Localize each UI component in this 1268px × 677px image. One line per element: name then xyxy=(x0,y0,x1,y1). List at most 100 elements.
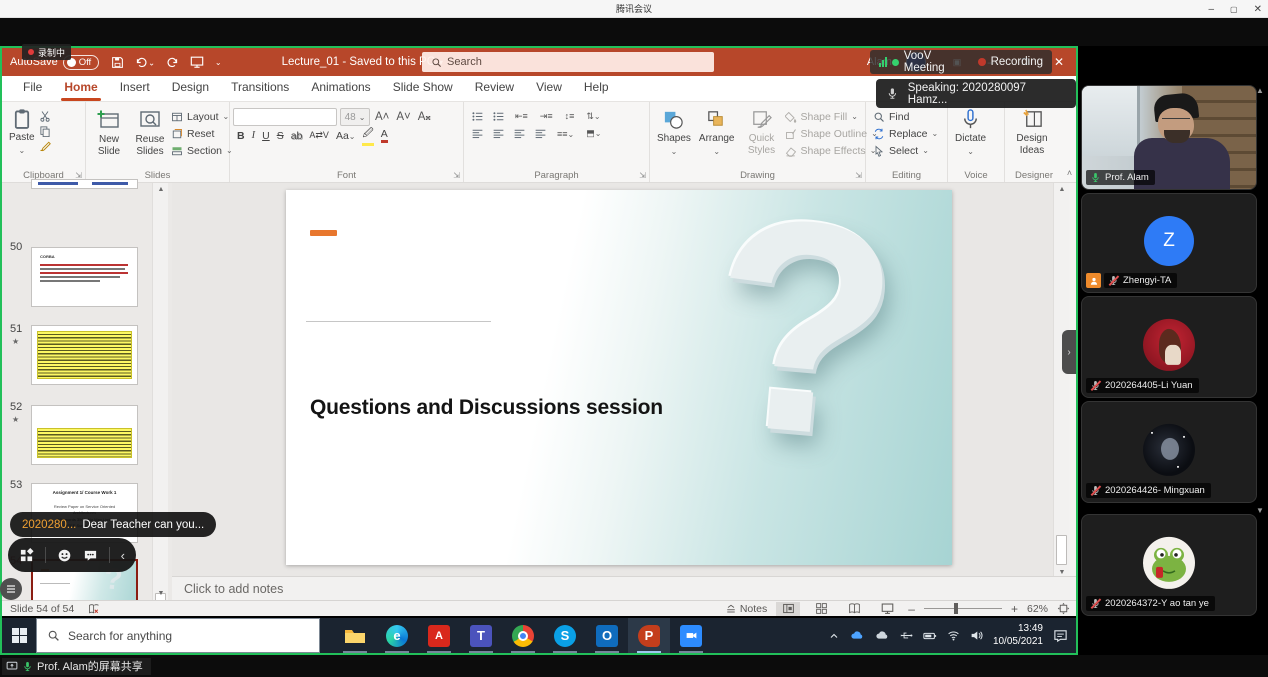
voov-minimize-button[interactable]: – xyxy=(1208,4,1214,15)
drawing-dialog-launcher[interactable]: ⇲ xyxy=(855,171,862,180)
zoom-level[interactable]: 62% xyxy=(1027,603,1048,615)
reset-button[interactable]: Reset xyxy=(171,126,233,141)
align-center-icon[interactable] xyxy=(492,127,505,140)
chrome-icon[interactable] xyxy=(502,618,544,653)
tab-help[interactable]: Help xyxy=(573,75,620,101)
thumb-scroll-up-icon[interactable]: ▲ xyxy=(153,186,169,193)
current-slide[interactable]: Questions and Discussions session ? xyxy=(286,190,952,565)
participant-tile-prof-alam[interactable]: Prof. Alam xyxy=(1081,85,1257,190)
save-icon[interactable] xyxy=(111,56,124,69)
redo-icon[interactable] xyxy=(166,56,179,69)
tab-design[interactable]: Design xyxy=(161,75,220,101)
align-left-icon[interactable] xyxy=(471,127,484,140)
font-name-select[interactable] xyxy=(233,108,337,126)
reading-view-button[interactable] xyxy=(842,602,866,616)
tab-home[interactable]: Home xyxy=(53,75,108,101)
voov-side-menu-button[interactable] xyxy=(0,578,22,600)
participant-tile-liyuan[interactable]: 2020264405-Li Yuan xyxy=(1081,296,1257,398)
spell-check-icon[interactable] xyxy=(88,603,100,615)
dictate-button[interactable]: Dictate⌄ xyxy=(951,106,990,158)
customize-qat-icon[interactable]: ⌄ xyxy=(215,58,222,67)
zoom-slider-knob[interactable] xyxy=(954,603,958,614)
participant-tile-zhengyi[interactable]: Z Zhengyi-TA xyxy=(1081,193,1257,293)
strikethrough-button[interactable]: S xyxy=(277,130,284,142)
design-ideas-button[interactable]: Design Ideas xyxy=(1008,106,1056,158)
shapes-button[interactable]: Shapes⌄ xyxy=(653,106,695,158)
highlight-color-button[interactable]: 🖉 xyxy=(362,125,373,146)
notes-toggle-button[interactable]: Notes xyxy=(725,603,767,615)
outlook-icon[interactable]: O xyxy=(586,618,628,653)
char-spacing-button[interactable]: A⇄V xyxy=(309,130,329,141)
onedrive-icon[interactable] xyxy=(850,628,865,643)
tab-insert[interactable]: Insert xyxy=(109,75,161,101)
slide-scroll-thumb[interactable] xyxy=(1056,535,1067,565)
taskbar-search-box[interactable]: Search for anything xyxy=(36,618,320,653)
copy-icon[interactable] xyxy=(39,125,51,137)
thumb-scroll-down-icon[interactable]: ▼ xyxy=(153,590,169,597)
font-dialog-launcher[interactable]: ⇲ xyxy=(453,171,460,180)
panel-collapse-handle[interactable]: › xyxy=(1062,330,1076,374)
zoom-in-button[interactable]: + xyxy=(1011,602,1018,616)
emoji-icon[interactable] xyxy=(57,548,72,563)
participant-tile-mingxuan[interactable]: 2020264426- Mingxuan xyxy=(1081,401,1257,503)
slide-scroll-up-icon[interactable]: ▲ xyxy=(1054,186,1070,193)
collapse-ribbon-icon[interactable]: ˄ xyxy=(1067,168,1072,178)
section-button[interactable]: Section⌄ xyxy=(171,143,233,158)
clear-format-icon[interactable]: A𝄪 xyxy=(416,111,433,124)
quick-styles-button[interactable]: Quick Styles xyxy=(739,106,785,158)
columns-icon[interactable]: ≡≡⌄ xyxy=(555,129,576,139)
line-spacing-icon[interactable]: ↕≡ xyxy=(563,111,577,121)
layout-switch-icon[interactable] xyxy=(19,548,34,563)
select-button[interactable]: Select⌄ xyxy=(873,143,944,158)
voov-meeting-overlay[interactable]: VooV Meeting Recording xyxy=(870,50,1052,74)
notes-pane[interactable]: Click to add notes xyxy=(172,576,1076,600)
volume-icon[interactable] xyxy=(970,629,983,642)
shape-effects-button[interactable]: Shape Effects⌄ xyxy=(785,143,878,158)
decrease-indent-icon[interactable]: ⇤≡ xyxy=(513,111,530,122)
fit-slide-icon[interactable] xyxy=(1057,602,1070,615)
thumbnail-partial[interactable] xyxy=(31,179,138,189)
slide-sorter-view-button[interactable] xyxy=(809,602,833,616)
tray-expand-icon[interactable] xyxy=(828,630,840,642)
start-slideshow-icon[interactable] xyxy=(190,55,204,69)
chat-preview-bubble[interactable]: 2020280... Dear Teacher can you... xyxy=(10,512,216,537)
normal-view-button[interactable] xyxy=(776,602,800,616)
cut-icon[interactable] xyxy=(39,110,51,122)
thumbnail-slide-52[interactable] xyxy=(31,405,138,465)
undo-button[interactable]: ⌄ xyxy=(135,56,155,69)
document-title[interactable]: Lecture_01 - Saved to this PC xyxy=(282,56,435,68)
new-slide-button[interactable]: New Slide xyxy=(89,106,129,159)
shape-outline-button[interactable]: Shape Outline⌄ xyxy=(785,126,878,141)
thumbnail-slide-51[interactable] xyxy=(31,325,138,385)
bullets-icon[interactable] xyxy=(471,110,484,123)
shape-fill-button[interactable]: Shape Fill⌄ xyxy=(785,109,878,124)
zoom-slider[interactable] xyxy=(924,608,1002,609)
teams-icon[interactable]: T xyxy=(460,618,502,653)
wifi-icon[interactable] xyxy=(947,629,960,642)
font-color-button[interactable]: A xyxy=(381,128,388,143)
battery-icon[interactable] xyxy=(923,629,937,643)
increase-indent-icon[interactable]: ⇥≡ xyxy=(538,111,555,122)
slideshow-view-button[interactable] xyxy=(875,602,899,616)
paste-button[interactable]: Paste⌄ xyxy=(5,106,39,157)
change-case-button[interactable]: Aa⌄ xyxy=(336,130,356,142)
align-right-icon[interactable] xyxy=(513,127,526,140)
thumbnail-scrollbar[interactable]: ▲ ▼ ▼ xyxy=(152,183,168,600)
action-center-icon[interactable] xyxy=(1053,628,1068,643)
paragraph-dialog-launcher[interactable]: ⇲ xyxy=(639,171,646,180)
collapse-toolbar-icon[interactable]: ‹ xyxy=(121,548,125,563)
file-explorer-icon[interactable] xyxy=(334,618,376,653)
participants-scroll-down-icon[interactable]: ▼ xyxy=(1256,506,1264,515)
participants-scroll-up-icon[interactable]: ▲ xyxy=(1256,86,1264,95)
voov-maximize-button[interactable]: ▢ xyxy=(1230,5,1238,14)
replace-button[interactable]: Replace⌄ xyxy=(873,126,944,141)
tab-view[interactable]: View xyxy=(525,75,573,101)
slide-scrollbar[interactable]: ▲ ▼ ▲▲ · xyxy=(1053,183,1069,576)
smartart-convert-icon[interactable]: ⬒⌄ xyxy=(584,128,603,139)
zoom-out-button[interactable]: – xyxy=(908,602,915,616)
slide-scroll-down-icon[interactable]: ▼ xyxy=(1054,569,1070,576)
tab-slideshow[interactable]: Slide Show xyxy=(382,75,464,101)
usb-icon[interactable] xyxy=(900,629,913,642)
edge-icon[interactable]: e xyxy=(376,618,418,653)
tab-transitions[interactable]: Transitions xyxy=(220,75,300,101)
